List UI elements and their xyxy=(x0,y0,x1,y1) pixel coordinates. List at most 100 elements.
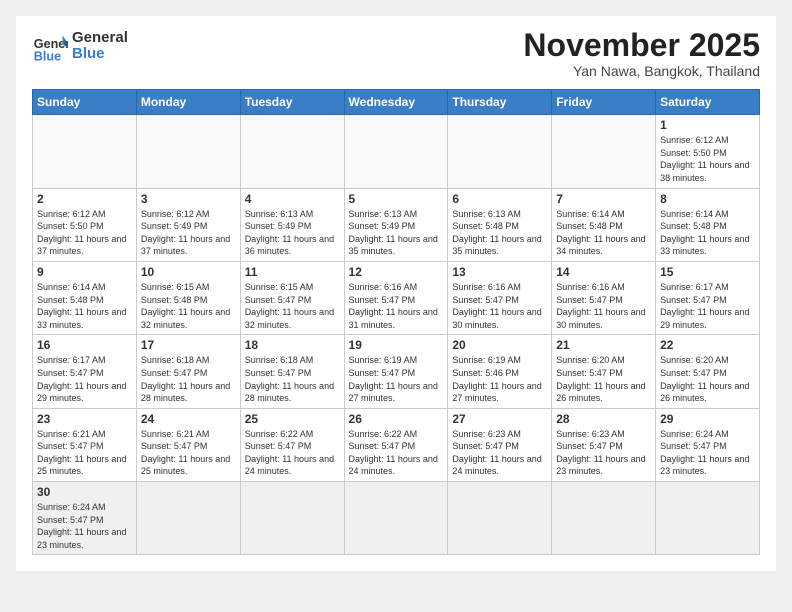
daylight-16: Daylight: 11 hours and 29 minutes. xyxy=(37,381,126,404)
empty-cell xyxy=(656,482,760,555)
sunrise-18: Sunrise: 6:18 AM xyxy=(245,355,314,365)
calendar-day-19: 19Sunrise: 6:19 AMSunset: 5:47 PMDayligh… xyxy=(344,335,448,408)
day-info-11: Sunrise: 6:15 AMSunset: 5:47 PMDaylight:… xyxy=(245,281,340,331)
sunset-18: Sunset: 5:47 PM xyxy=(245,368,312,378)
sunrise-15: Sunrise: 6:17 AM xyxy=(660,282,729,292)
daylight-12: Daylight: 11 hours and 31 minutes. xyxy=(349,307,438,330)
logo-general: General xyxy=(72,29,128,46)
day-info-24: Sunrise: 6:21 AMSunset: 5:47 PMDaylight:… xyxy=(141,428,236,478)
location-subtitle: Yan Nawa, Bangkok, Thailand xyxy=(523,63,760,79)
day-info-30: Sunrise: 6:24 AMSunset: 5:47 PMDaylight:… xyxy=(37,501,132,551)
sunrise-17: Sunrise: 6:18 AM xyxy=(141,355,210,365)
calendar-day-26: 26Sunrise: 6:22 AMSunset: 5:47 PMDayligh… xyxy=(344,408,448,481)
daylight-15: Daylight: 11 hours and 29 minutes. xyxy=(660,307,749,330)
day-info-16: Sunrise: 6:17 AMSunset: 5:47 PMDaylight:… xyxy=(37,354,132,404)
sunrise-16: Sunrise: 6:17 AM xyxy=(37,355,106,365)
sunset-3: Sunset: 5:49 PM xyxy=(141,221,208,231)
calendar-day-21: 21Sunrise: 6:20 AMSunset: 5:47 PMDayligh… xyxy=(552,335,656,408)
calendar-day-18: 18Sunrise: 6:18 AMSunset: 5:47 PMDayligh… xyxy=(240,335,344,408)
sunset-11: Sunset: 5:47 PM xyxy=(245,295,312,305)
day-info-3: Sunrise: 6:12 AMSunset: 5:49 PMDaylight:… xyxy=(141,208,236,258)
day-info-27: Sunrise: 6:23 AMSunset: 5:47 PMDaylight:… xyxy=(452,428,547,478)
day-info-6: Sunrise: 6:13 AMSunset: 5:48 PMDaylight:… xyxy=(452,208,547,258)
daylight-19: Daylight: 11 hours and 27 minutes. xyxy=(349,381,438,404)
sunset-28: Sunset: 5:47 PM xyxy=(556,441,623,451)
empty-cell xyxy=(448,115,552,188)
calendar-day-16: 16Sunrise: 6:17 AMSunset: 5:47 PMDayligh… xyxy=(33,335,137,408)
day-number-9: 9 xyxy=(37,265,132,279)
empty-cell xyxy=(136,482,240,555)
day-number-10: 10 xyxy=(141,265,236,279)
day-info-15: Sunrise: 6:17 AM Sunset: 5:47 PM Daylight:… xyxy=(660,281,755,331)
header: General Blue General Blue November 2025 … xyxy=(32,28,760,79)
calendar-day-29: 29Sunrise: 6:24 AMSunset: 5:47 PMDayligh… xyxy=(656,408,760,481)
sunset-2: Sunset: 5:50 PM xyxy=(37,221,104,231)
calendar-day-11: 11Sunrise: 6:15 AMSunset: 5:47 PMDayligh… xyxy=(240,261,344,334)
sunrise-20: Sunrise: 6:19 AM xyxy=(452,355,521,365)
calendar-day-10: 10Sunrise: 6:15 AMSunset: 5:48 PMDayligh… xyxy=(136,261,240,334)
day-number-2: 2 xyxy=(37,192,132,206)
daylight-23: Daylight: 11 hours and 25 minutes. xyxy=(37,454,126,477)
day-number-24: 24 xyxy=(141,412,236,426)
daylight-11: Daylight: 11 hours and 32 minutes. xyxy=(245,307,334,330)
calendar-day-25: 25Sunrise: 6:22 AMSunset: 5:47 PMDayligh… xyxy=(240,408,344,481)
day-number-6: 6 xyxy=(452,192,547,206)
sunset-6: Sunset: 5:48 PM xyxy=(452,221,519,231)
day-info-25: Sunrise: 6:22 AMSunset: 5:47 PMDaylight:… xyxy=(245,428,340,478)
sunset-27: Sunset: 5:47 PM xyxy=(452,441,519,451)
calendar-day-7: 7Sunrise: 6:14 AMSunset: 5:48 PMDaylight… xyxy=(552,188,656,261)
day-info-7: Sunrise: 6:14 AMSunset: 5:48 PMDaylight:… xyxy=(556,208,651,258)
day-info-22: Sunrise: 6:20 AMSunset: 5:47 PMDaylight:… xyxy=(660,354,755,404)
empty-cell xyxy=(240,115,344,188)
day-number-28: 28 xyxy=(556,412,651,426)
sunset-9: Sunset: 5:48 PM xyxy=(37,295,104,305)
logo-blue: Blue xyxy=(72,45,105,62)
sunrise-5: Sunrise: 6:13 AM xyxy=(349,209,418,219)
empty-cell xyxy=(552,115,656,188)
daylight-18: Daylight: 11 hours and 28 minutes. xyxy=(245,381,334,404)
empty-cell xyxy=(240,482,344,555)
day-number-5: 5 xyxy=(349,192,444,206)
empty-cell xyxy=(33,115,137,188)
month-title: November 2025 xyxy=(523,28,760,63)
daylight-25: Daylight: 11 hours and 24 minutes. xyxy=(245,454,334,477)
calendar-day-9: 9 Sunrise: 6:14 AMSunset: 5:48 PMDaylight… xyxy=(33,261,137,334)
header-friday: Friday xyxy=(552,90,656,115)
daylight-13: Daylight: 11 hours and 30 minutes. xyxy=(452,307,541,330)
day-number-14: 14 xyxy=(556,265,651,279)
header-thursday: Thursday xyxy=(448,90,552,115)
day-number-30: 30 xyxy=(37,485,132,499)
sunrise-29: Sunrise: 6:24 AM xyxy=(660,429,729,439)
calendar-day-23: 23Sunrise: 6:21 AMSunset: 5:47 PMDayligh… xyxy=(33,408,137,481)
daylight-29: Daylight: 11 hours and 23 minutes. xyxy=(660,454,749,477)
daylight-5: Daylight: 11 hours and 35 minutes. xyxy=(349,234,438,257)
day-info-13: Sunrise: 6:16 AMSunset: 5:47 PMDaylight:… xyxy=(452,281,547,331)
sunrise-28: Sunrise: 6:23 AM xyxy=(556,429,625,439)
calendar-day-4: 4 Sunrise: 6:13 AMSunset: 5:49 PMDaylight… xyxy=(240,188,344,261)
page: General Blue General Blue November 2025 … xyxy=(16,16,776,571)
day-info-26: Sunrise: 6:22 AMSunset: 5:47 PMDaylight:… xyxy=(349,428,444,478)
day-number-4: 4 xyxy=(245,192,340,206)
day-info-4: Sunrise: 6:13 AMSunset: 5:49 PMDaylight:… xyxy=(245,208,340,258)
day-info-1: Sunrise: 6:12 AMSunset: 5:50 PMDaylight:… xyxy=(660,134,755,184)
daylight-28: Daylight: 11 hours and 23 minutes. xyxy=(556,454,645,477)
sunset-8: Sunset: 5:48 PM xyxy=(660,221,727,231)
day-number-29: 29 xyxy=(660,412,755,426)
daylight-27: Daylight: 11 hours and 24 minutes. xyxy=(452,454,541,477)
sunset-17: Sunset: 5:47 PM xyxy=(141,368,208,378)
sunrise-14: Sunrise: 6:16 AM xyxy=(556,282,625,292)
day-info-18: Sunrise: 6:18 AM Sunset: 5:47 PM Daylight:… xyxy=(245,354,340,404)
sunrise-13: Sunrise: 6:16 AM xyxy=(452,282,521,292)
day-info-9: Sunrise: 6:14 AMSunset: 5:48 PMDaylight:… xyxy=(37,281,132,331)
sunset-14: Sunset: 5:47 PM xyxy=(556,295,623,305)
daylight-17: Daylight: 11 hours and 28 minutes. xyxy=(141,381,230,404)
day-info-8: Sunrise: 6:14 AMSunset: 5:48 PMDaylight:… xyxy=(660,208,755,258)
title-block: November 2025 Yan Nawa, Bangkok, Thailan… xyxy=(523,28,760,79)
day-number-1: 1 xyxy=(660,118,755,132)
sunset-15: Sunset: 5:47 PM xyxy=(660,295,727,305)
daylight-4: Daylight: 11 hours and 36 minutes. xyxy=(245,234,334,257)
daylight-24: Daylight: 11 hours and 25 minutes. xyxy=(141,454,230,477)
day-number-8: 8 xyxy=(660,192,755,206)
svg-text:Blue: Blue xyxy=(34,49,61,63)
calendar-day-27: 27Sunrise: 6:23 AMSunset: 5:47 PMDayligh… xyxy=(448,408,552,481)
